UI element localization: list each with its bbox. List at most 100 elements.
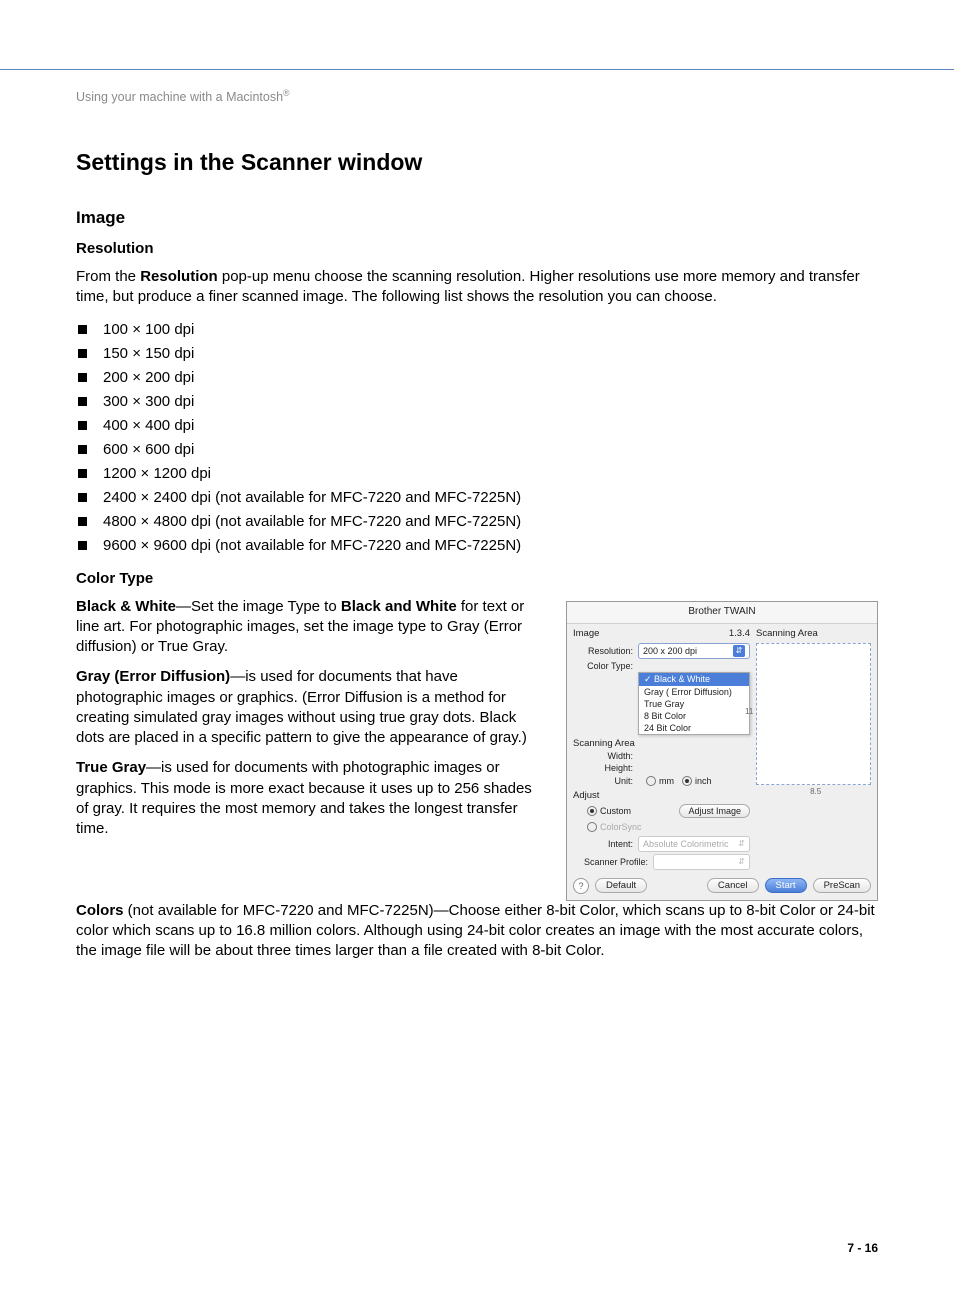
bullet-icon (78, 373, 87, 382)
resolution-list: 100 × 100 dpi 150 × 150 dpi 200 × 200 dp… (76, 318, 878, 558)
bullet-icon (78, 421, 87, 430)
bullet-icon (78, 469, 87, 478)
dropdown-item[interactable]: Gray ( Error Diffusion) (639, 686, 749, 698)
subheading-image: Image (76, 208, 878, 228)
list-item: 600 × 600 dpi (76, 438, 878, 462)
list-item: 300 × 300 dpi (76, 390, 878, 414)
list-text: 600 × 600 dpi (103, 438, 194, 462)
scanning-area-header: Scanning Area (756, 628, 871, 639)
unit-inch-label: inch (695, 776, 712, 786)
colorsync-label: ColorSync (600, 822, 642, 832)
list-text: 300 × 300 dpi (103, 390, 194, 414)
twain-window-title: Brother TWAIN (567, 602, 877, 624)
list-item: 100 × 100 dpi (76, 318, 878, 342)
list-text: 100 × 100 dpi (103, 318, 194, 342)
list-text: 150 × 150 dpi (103, 342, 194, 366)
default-button[interactable]: Default (595, 878, 647, 893)
page-content: 7 Using your machine with a Macintosh® S… (0, 70, 954, 1295)
resolution-intro: From the Resolution pop-up menu choose t… (76, 267, 878, 308)
list-item: 200 × 200 dpi (76, 366, 878, 390)
bullet-icon (78, 325, 87, 334)
list-item: 400 × 400 dpi (76, 414, 878, 438)
list-text: 1200 × 1200 dpi (103, 462, 211, 486)
list-text: 2400 × 2400 dpi (not available for MFC-7… (103, 486, 521, 510)
text: (not available for MFC-7220 and MFC-7225… (76, 902, 875, 960)
radio-colorsync[interactable] (587, 822, 597, 832)
label-scanner-profile: Scanner Profile: (573, 857, 653, 867)
registered-mark: ® (283, 88, 289, 98)
resolution-select[interactable]: 200 x 200 dpi ⇵ (638, 643, 750, 659)
radio-mm[interactable] (646, 776, 656, 786)
bullet-icon (78, 517, 87, 526)
section-heading: Settings in the Scanner window (76, 149, 878, 176)
text-bold-resolution: Resolution (140, 268, 218, 285)
list-text: 4800 × 4800 dpi (not available for MFC-7… (103, 510, 521, 534)
running-head-text: Using your machine with a Macintosh (76, 90, 283, 104)
chevron-updown-icon: ⇵ (738, 857, 745, 866)
label-height: Height: (573, 763, 638, 773)
profile-select: ⇵ (653, 854, 750, 870)
label-scanning-area: Scanning Area (573, 738, 750, 749)
list-item: 150 × 150 dpi (76, 342, 878, 366)
bullet-icon (78, 493, 87, 502)
bullet-icon (78, 349, 87, 358)
list-item: 2400 × 2400 dpi (not available for MFC-7… (76, 486, 878, 510)
radio-custom[interactable] (587, 806, 597, 816)
prescan-button[interactable]: PreScan (813, 878, 871, 893)
top-band (0, 0, 954, 70)
subheading-colortype: Color Type (76, 570, 878, 587)
subheading-resolution: Resolution (76, 240, 878, 257)
para-gray-error-diffusion: Gray (Error Diffusion)—is used for docum… (76, 667, 548, 748)
list-item: 4800 × 4800 dpi (not available for MFC-7… (76, 510, 878, 534)
para-colors: Colors (not available for MFC-7220 and M… (76, 901, 878, 962)
scan-preview-area[interactable]: 11 8.5 (756, 643, 871, 785)
text: —Set the image Type to (176, 598, 341, 615)
list-text: 9600 × 9600 dpi (not available for MFC-7… (103, 534, 521, 558)
help-icon[interactable]: ? (573, 878, 589, 894)
bullet-icon (78, 445, 87, 454)
axis-vertical-label: 11 (745, 707, 753, 716)
adjust-image-button[interactable]: Adjust Image (679, 804, 750, 818)
dropdown-item[interactable]: True Gray (639, 698, 749, 710)
start-button[interactable]: Start (765, 878, 807, 893)
lead-bw: Black & White (76, 598, 176, 615)
unit-mm-label: mm (659, 776, 674, 786)
para-true-gray: True Gray—is used for documents with pho… (76, 758, 548, 839)
lead-tg: True Gray (76, 759, 146, 776)
label-resolution: Resolution: (573, 646, 638, 656)
label-colortype: Color Type: (573, 661, 638, 671)
colortype-dropdown[interactable]: Black & White Gray ( Error Diffusion) Tr… (638, 672, 750, 735)
page-number: 7 - 16 (76, 1241, 878, 1295)
bullet-icon (78, 397, 87, 406)
dropdown-item[interactable]: 24 Bit Color (639, 722, 749, 734)
bullet-icon (78, 541, 87, 550)
para-black-white: Black & White—Set the image Type to Blac… (76, 597, 548, 658)
bold-bw2: Black and White (341, 598, 457, 615)
running-head: Using your machine with a Macintosh® (76, 88, 878, 104)
radio-inch[interactable] (682, 776, 692, 786)
twain-version: 1.3.4 (729, 628, 750, 639)
list-item: 1200 × 1200 dpi (76, 462, 878, 486)
label-adjust: Adjust (573, 790, 750, 801)
dropdown-item[interactable]: 8 Bit Color (639, 710, 749, 722)
list-text: 200 × 200 dpi (103, 366, 194, 390)
cancel-button[interactable]: Cancel (707, 878, 759, 893)
custom-label: Custom (600, 806, 631, 816)
axis-horizontal-label: 8.5 (810, 787, 821, 796)
text-pre: From the (76, 268, 140, 285)
label-width: Width: (573, 751, 638, 761)
twain-screenshot: Brother TWAIN Image 1.3.4 Resolution: 20… (566, 601, 878, 901)
twain-image-header: Image (573, 628, 599, 639)
label-intent: Intent: (573, 839, 638, 849)
resolution-value: 200 x 200 dpi (643, 646, 697, 656)
lead-ged: Gray (Error Diffusion) (76, 668, 230, 685)
dropdown-item-selected[interactable]: Black & White (639, 673, 749, 686)
lead-colors: Colors (76, 902, 124, 919)
label-unit: Unit: (573, 776, 638, 786)
chevron-updown-icon: ⇵ (733, 645, 745, 657)
list-text: 400 × 400 dpi (103, 414, 194, 438)
chevron-updown-icon: ⇵ (738, 839, 745, 848)
intent-value: Absolute Colorimetric (643, 839, 729, 849)
list-item: 9600 × 9600 dpi (not available for MFC-7… (76, 534, 878, 558)
intent-select: Absolute Colorimetric ⇵ (638, 836, 750, 852)
